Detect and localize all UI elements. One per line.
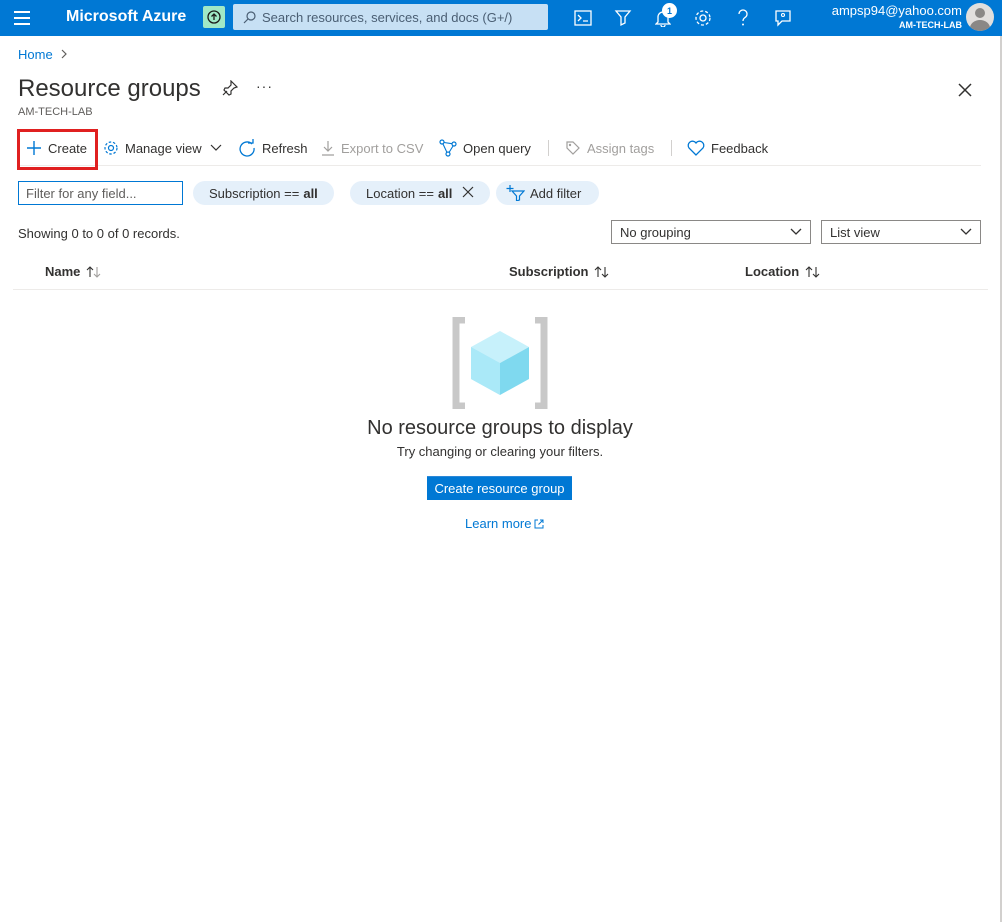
menu-icon[interactable]: [14, 11, 30, 25]
resource-group-icon: [449, 316, 551, 414]
sort-icon: [805, 265, 820, 278]
page-subtitle: AM-TECH-LAB: [18, 106, 93, 118]
open-query-button[interactable]: Open query: [439, 138, 531, 158]
location-filter-value: all: [437, 185, 453, 201]
sort-icon: [595, 265, 609, 278]
close-icon[interactable]: [957, 82, 973, 103]
chevron-down-icon: [210, 144, 222, 151]
subscription-filter-value: all: [303, 185, 318, 201]
search-icon: [243, 10, 256, 23]
page-title: Resource groups: [18, 75, 201, 102]
table-header-divider: [13, 289, 988, 290]
filter-input[interactable]: [18, 181, 183, 205]
tag-icon: [566, 141, 580, 155]
records-count: Showing 0 to 0 of 0 records.: [18, 226, 180, 241]
breadcrumb-home-link[interactable]: Home: [18, 47, 53, 62]
notification-badge: 1: [662, 3, 677, 18]
account-tenant: AM-TECH-LAB: [899, 20, 962, 30]
column-header-subscription[interactable]: Subscription: [509, 264, 610, 279]
column-header-location[interactable]: Location: [745, 264, 821, 279]
location-filter-pill[interactable]: Location == all: [350, 181, 491, 205]
feedback-label: Feedback: [711, 140, 769, 156]
location-filter-label: Location ==: [366, 185, 434, 201]
global-search-placeholder: Search resources, services, and docs (G+…: [262, 9, 513, 25]
learn-more-label: Learn more: [465, 516, 532, 531]
create-resource-group-button[interactable]: Create resource group: [427, 476, 572, 500]
grouping-dropdown[interactable]: No grouping: [611, 220, 811, 244]
command-bar: Create Manage view Refresh Export to CSV…: [18, 132, 981, 166]
grouping-value: No grouping: [620, 224, 691, 240]
query-icon: [439, 139, 457, 157]
pin-icon[interactable]: [222, 79, 239, 101]
assign-tags-label: Assign tags: [587, 140, 655, 156]
cloud-shell-icon[interactable]: [572, 7, 594, 29]
brand-title[interactable]: Microsoft Azure: [66, 8, 186, 26]
view-value: List view: [830, 224, 880, 240]
command-separator: [671, 140, 672, 156]
assign-tags-button[interactable]: Assign tags: [565, 138, 654, 158]
heart-icon: [687, 140, 705, 156]
refresh-button[interactable]: Refresh: [238, 138, 308, 158]
feedback-icon[interactable]: [772, 7, 794, 29]
directory-filter-icon[interactable]: [612, 7, 634, 29]
remove-filter-icon[interactable]: [462, 186, 474, 201]
account-email: ampsp94@yahoo.com: [831, 3, 962, 18]
column-subscription-label: Subscription: [509, 264, 589, 279]
gear-icon[interactable]: [692, 7, 714, 29]
refresh-label: Refresh: [262, 140, 308, 156]
top-navigation-bar: Microsoft Azure Search resources, servic…: [0, 0, 1002, 36]
avatar[interactable]: [966, 3, 994, 31]
gear-icon: [104, 141, 118, 155]
breadcrumb: Home: [18, 47, 67, 62]
view-dropdown[interactable]: List view: [821, 220, 981, 244]
more-options-button[interactable]: ···: [256, 78, 273, 94]
chevron-down-icon: [790, 228, 802, 235]
refresh-icon: [239, 139, 255, 157]
download-icon: [322, 141, 334, 156]
upgrade-icon[interactable]: [203, 6, 225, 28]
global-search-input[interactable]: Search resources, services, and docs (G+…: [233, 4, 548, 30]
learn-more-link[interactable]: Learn more: [465, 516, 544, 531]
add-filter-label: Add filter: [530, 185, 582, 201]
column-name-label: Name: [45, 264, 81, 279]
column-location-label: Location: [745, 264, 800, 279]
empty-state-title: No resource groups to display: [367, 417, 633, 439]
empty-state-subtitle: Try changing or clearing your filters.: [396, 444, 604, 459]
account-menu[interactable]: ampsp94@yahoo.com AM-TECH-LAB: [832, 3, 962, 31]
subscription-filter-pill[interactable]: Subscription == all: [193, 181, 334, 205]
create-button-highlight: [17, 129, 98, 170]
add-filter-button[interactable]: Add filter: [496, 181, 600, 205]
chevron-down-icon: [960, 228, 972, 235]
export-csv-button[interactable]: Export to CSV: [321, 138, 423, 158]
add-filter-icon: [506, 185, 525, 201]
column-header-name[interactable]: Name: [45, 264, 102, 279]
feedback-button[interactable]: Feedback: [687, 138, 768, 158]
open-query-label: Open query: [463, 140, 531, 156]
chevron-right-icon: [61, 48, 67, 62]
subscription-filter-label: Subscription ==: [209, 185, 300, 201]
manage-view-label: Manage view: [125, 140, 202, 156]
manage-view-button[interactable]: Manage view: [103, 138, 222, 158]
sort-icon: [87, 265, 101, 278]
command-separator: [548, 140, 549, 156]
help-icon[interactable]: [732, 7, 754, 29]
external-link-icon: [534, 519, 544, 528]
export-csv-label: Export to CSV: [341, 140, 424, 156]
